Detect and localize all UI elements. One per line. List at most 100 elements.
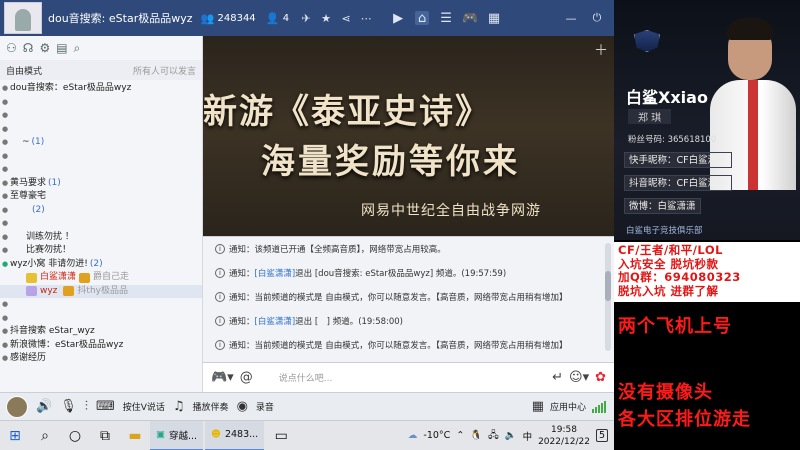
taskbar-app[interactable]: ☻ 2483... (205, 420, 265, 450)
msg-text: 退出 [ ] 频道。(19:58:00) (295, 317, 404, 327)
qq-icon[interactable]: 🐧 (470, 430, 482, 441)
channel-avatar[interactable] (4, 2, 42, 34)
flower-icon[interactable]: ✿ (595, 370, 606, 385)
speaker-icon[interactable]: 🔊 (36, 399, 52, 414)
mention-icon[interactable]: @ (240, 370, 253, 385)
record-icon[interactable]: ◉ (237, 399, 248, 414)
gamepad-icon[interactable]: 🎮▾ (211, 370, 234, 385)
app-root: dou音搜索: eStar极品品wyz 👥 248344 👤 4 ✈ ★ ⋖ ⋯ ▶… (0, 0, 800, 450)
send-icon[interactable]: ↵ (552, 370, 563, 385)
press-to-talk[interactable]: 按住V说话 (123, 400, 165, 413)
notification-count[interactable]: 5 (595, 429, 608, 442)
person-icon: 👤 (265, 11, 280, 25)
minimize-icon[interactable]: — (564, 11, 578, 25)
chevron-up-icon[interactable]: ⌃ (456, 430, 464, 441)
banner-headline: 新游《泰亚史诗》 (203, 92, 491, 132)
club-name: 白鲨电子竞技俱乐部 (626, 226, 703, 236)
overlay-text: 各大区排位游走 (618, 409, 751, 430)
bullet-icon: ● (1, 111, 9, 119)
play-accompany[interactable]: 播放伴奏 (193, 400, 229, 413)
bullet-icon: ● (1, 219, 9, 227)
channel-item[interactable]: ● (0, 96, 202, 110)
footer-right: ▦ 应用中心 (532, 399, 614, 414)
promo-banner[interactable]: ＋ 新游《泰亚史诗》 海量奖励等你来 网易中世纪全自由战争网游 (203, 36, 614, 236)
volume-icon[interactable]: 🔈 (505, 430, 517, 441)
voice-bar: 🔊 🎙 ⫶ ⌨ 按住V说话 ♫ 播放伴奏 ◉ 录音 ▦ 应用中心 (0, 392, 614, 420)
board-icon[interactable]: ▤ (56, 41, 67, 55)
more-icon[interactable]: ⋯ (359, 11, 373, 25)
share-icon[interactable]: ⋖ (339, 11, 353, 25)
channel-item[interactable]: ● (0, 163, 202, 177)
window-icon[interactable]: ▭ (266, 421, 296, 450)
self-avatar[interactable] (6, 395, 28, 418)
channel-item[interactable]: ● (0, 123, 202, 137)
plane-icon[interactable]: ✈ (299, 11, 313, 25)
channel-item[interactable]: ● 感谢经历 (0, 352, 202, 366)
home-icon[interactable]: ⌂ (415, 11, 430, 26)
grid-icon[interactable]: ▦ (487, 11, 501, 26)
ad-line: CF/王者/和平/LOL (618, 243, 723, 257)
headset-icon[interactable]: ☊ (23, 41, 34, 55)
gamepad-icon[interactable]: 🎮 (462, 11, 478, 26)
weather-temp[interactable]: -10°C (423, 430, 450, 441)
folder-icon[interactable]: ▬ (120, 421, 150, 450)
channel-item[interactable]: ● 抖音搜索 eStar_wyz (0, 325, 202, 339)
video-icon[interactable]: ▶ (391, 11, 405, 26)
apps-icon[interactable]: ▦ (532, 399, 544, 414)
msg-name[interactable]: [白鲨潇潇] (255, 315, 296, 327)
mode-label[interactable]: 自由模式 (6, 64, 42, 77)
app-center[interactable]: 应用中心 (550, 400, 586, 413)
microphone-icon[interactable]: 🎙 (60, 399, 77, 414)
douyin-tag: 抖音昵称：CF白鲨潇潇 (624, 175, 732, 191)
channel-item[interactable]: ● 黄马要求 (1) (0, 177, 202, 191)
channel-item[interactable]: ● (0, 217, 202, 231)
ime-indicator[interactable]: 中 (523, 429, 533, 443)
channel-item[interactable]: ● (0, 109, 202, 123)
task-view-icon[interactable]: ⧉ (90, 421, 120, 450)
windows-start-icon[interactable]: ⊞ (0, 421, 30, 450)
channel-item[interactable]: ● 比赛勿扰！ (0, 244, 202, 258)
channel-item[interactable]: ● 至尊豪宅 (0, 190, 202, 204)
emoji-icon[interactable]: ☺▾ (569, 370, 589, 385)
bullet-icon: ● (1, 300, 9, 308)
channel-label: wyz小窝 非请勿进! (10, 258, 88, 269)
channel-item[interactable]: ● (0, 312, 202, 326)
msg-name[interactable]: [白鲨潇潇] (255, 267, 296, 279)
channel-label: dou音搜索：eStar极品品wyz (10, 83, 132, 93)
record-button[interactable]: 录音 (256, 400, 274, 413)
network-icon[interactable]: 🖧 (488, 428, 499, 444)
channel-item[interactable]: ● 新浪微博：eStar极品品wyz (0, 339, 202, 353)
list-icon[interactable]: ☰ (439, 11, 453, 26)
user-icon[interactable]: ⚇ (6, 41, 17, 55)
chat-scrollbar[interactable] (605, 243, 611, 351)
title-bar: dou音搜索: eStar极品品wyz 👥 248344 👤 4 ✈ ★ ⋖ ⋯ ▶… (0, 0, 614, 36)
music-icon[interactable]: ♫ (173, 399, 185, 414)
overlay-text: 两个飞机上号 (618, 316, 732, 337)
channel-item[interactable]: ● (0, 150, 202, 164)
close-icon[interactable]: ⏻ (590, 11, 604, 25)
chat-log: i 通知： 该频道已开通【全频高音质】，网络带宽占用较高。 i 通知： [白鲨潇潇] 退出… (203, 236, 614, 362)
channel-item[interactable]: ● (0, 298, 202, 312)
channel-item[interactable]: ● (2) (0, 204, 202, 218)
star-icon[interactable]: ★ (319, 11, 333, 25)
clock[interactable]: 19:58 2022/12/22 (538, 424, 590, 448)
taskbar-app[interactable]: ▣ 穿越... (150, 420, 204, 450)
team-shield-icon (634, 30, 660, 52)
member-item[interactable]: wyz 抖thy极品品 (0, 284, 202, 298)
channel-item[interactable]: ● dou音搜索：eStar极品品wyz (0, 82, 202, 96)
search-icon[interactable]: ⌕ (30, 421, 60, 450)
plus-icon[interactable]: ＋ (594, 40, 608, 60)
settings-icon[interactable]: ⚙ (39, 41, 50, 55)
channel-item[interactable]: ● 训练勿扰 ！ (0, 231, 202, 245)
info-icon: i (215, 268, 225, 278)
msg-prefix: 通知： (229, 245, 255, 255)
cortana-icon[interactable]: ○ (60, 421, 90, 450)
mixer-icon[interactable]: ⫶ (85, 399, 88, 414)
member-item[interactable]: 白鲨潇潇 爵自己走 (0, 271, 202, 285)
chat-input[interactable]: 说点什么吧... (279, 371, 546, 384)
channel-item[interactable]: ● ~ (1) (0, 136, 202, 150)
keyboard-icon[interactable]: ⌨ (96, 399, 115, 414)
system-tray: ☁ -10°C ⌃ 🐧 🖧 🔈 中 19:58 2022/12/22 5 (408, 424, 614, 448)
channel-item[interactable]: ● wyz小窝 非请勿进! (2) (0, 258, 202, 272)
search-icon[interactable]: ⌕ (74, 41, 81, 56)
